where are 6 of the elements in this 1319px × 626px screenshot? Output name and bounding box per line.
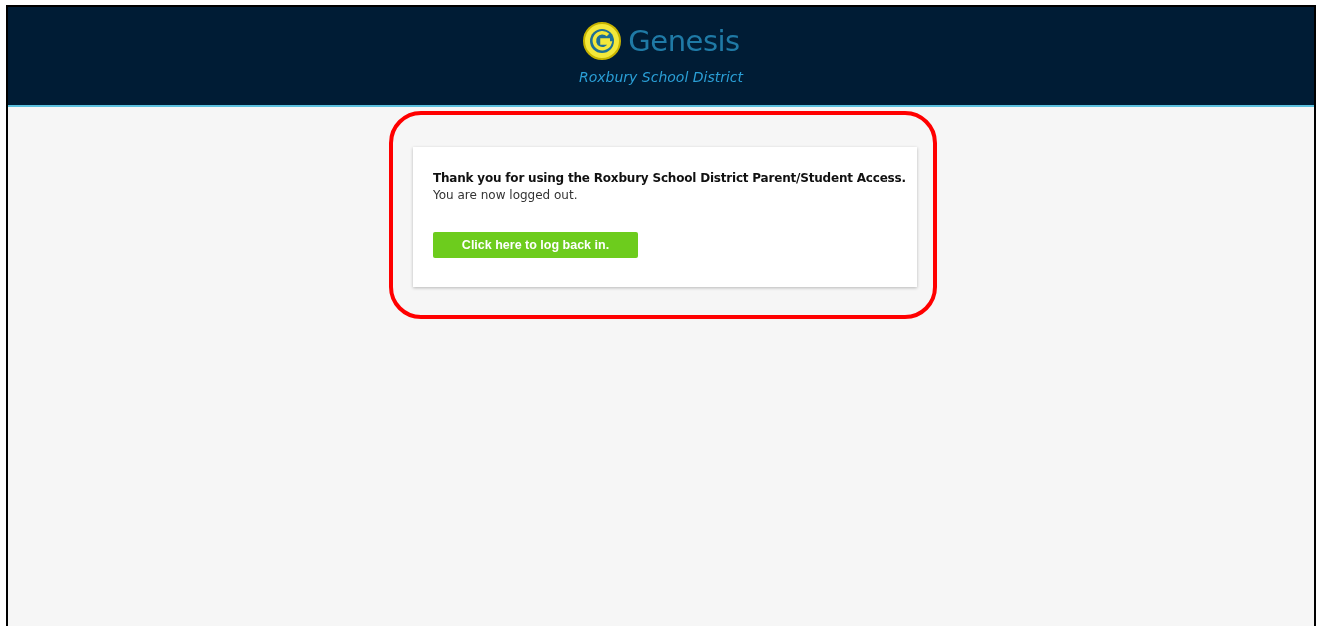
district-name: Roxbury School District	[578, 69, 743, 85]
logo-text: Genesis	[628, 24, 740, 58]
message-text: You are now logged out.	[433, 188, 579, 202]
logo-icon	[582, 21, 623, 61]
message-title: Thank you for using the Roxbury School District Parent/Student Access.	[433, 171, 907, 186]
log-in-button[interactable]: Click here to log back in.	[433, 232, 638, 258]
